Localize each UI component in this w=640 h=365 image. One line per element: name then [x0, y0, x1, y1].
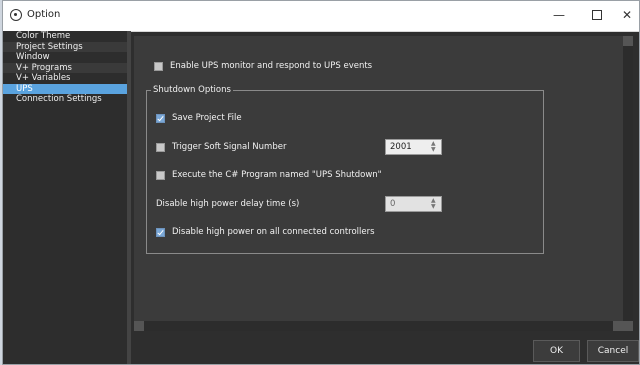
disable-power-label: Disable high power on all connected cont… [172, 227, 375, 237]
execute-program-row[interactable]: Execute the C# Program named "UPS Shutdo… [156, 170, 382, 180]
close-button[interactable]: ✕ [609, 1, 639, 31]
spinner-arrows-icon[interactable]: ▲ ▼ [431, 198, 437, 210]
vertical-scrollbar[interactable] [623, 36, 633, 331]
scroll-up-icon[interactable] [623, 36, 633, 46]
save-project-row[interactable]: Save Project File [156, 113, 242, 123]
sidebar-item-v-programs[interactable]: V+ Programs [3, 62, 127, 73]
delay-time-label: Disable high power delay time (s) [156, 199, 300, 209]
scroll-down-icon[interactable] [623, 321, 633, 331]
sidebar-item-project-settings[interactable]: Project Settings [3, 41, 127, 52]
enable-ups-checkbox[interactable] [154, 61, 163, 71]
trigger-signal-label: Trigger Soft Signal Number [172, 142, 287, 152]
splitter[interactable] [127, 31, 131, 364]
option-category-list: Color Theme Project Settings Window V+ P… [3, 31, 127, 364]
ok-button[interactable]: OK [533, 340, 580, 362]
sidebar-item-window[interactable]: Window [3, 52, 127, 63]
scroll-right-icon[interactable] [613, 321, 623, 331]
delay-time-row: Disable high power delay time (s) [156, 199, 299, 209]
trigger-signal-checkbox[interactable] [156, 142, 165, 152]
sidebar-item-color-theme[interactable]: Color Theme [3, 31, 127, 42]
trigger-signal-value: 2001 [390, 142, 412, 152]
save-project-checkbox[interactable] [156, 113, 165, 123]
app-icon [10, 9, 22, 21]
option-dialog: Option — ✕ Color Theme Project Settings … [2, 0, 640, 365]
delay-time-input[interactable]: 0 ▲ ▼ [385, 196, 442, 212]
execute-program-checkbox[interactable] [156, 170, 165, 180]
save-project-label: Save Project File [172, 113, 242, 123]
spinner-arrows-icon[interactable]: ▲ ▼ [431, 141, 437, 153]
trigger-signal-number-input[interactable]: 2001 ▲ ▼ [385, 139, 442, 155]
maximize-icon [592, 9, 602, 20]
sidebar-item-ups[interactable]: UPS [3, 83, 127, 94]
enable-ups-row[interactable]: Enable UPS monitor and respond to UPS ev… [154, 61, 372, 71]
delay-time-value: 0 [390, 199, 396, 209]
trigger-signal-row[interactable]: Trigger Soft Signal Number [156, 142, 286, 152]
disable-power-checkbox[interactable] [156, 227, 165, 237]
horizontal-scrollbar[interactable] [134, 321, 623, 331]
title-bar[interactable]: Option — ✕ [3, 1, 639, 32]
scroll-left-icon[interactable] [134, 321, 144, 331]
sidebar-item-connection-settings[interactable]: Connection Settings [3, 94, 127, 105]
cancel-button[interactable]: Cancel [587, 340, 639, 362]
shutdown-options-title: Shutdown Options [151, 85, 233, 95]
disable-power-row[interactable]: Disable high power on all connected cont… [156, 227, 375, 237]
execute-program-label: Execute the C# Program named "UPS Shutdo… [172, 170, 382, 180]
minimize-button[interactable]: — [541, 1, 577, 31]
ups-settings-panel: Enable UPS monitor and respond to UPS ev… [134, 36, 633, 331]
window-title: Option [27, 9, 61, 20]
enable-ups-label: Enable UPS monitor and respond to UPS ev… [170, 61, 373, 71]
sidebar-item-v-variables[interactable]: V+ Variables [3, 73, 127, 84]
